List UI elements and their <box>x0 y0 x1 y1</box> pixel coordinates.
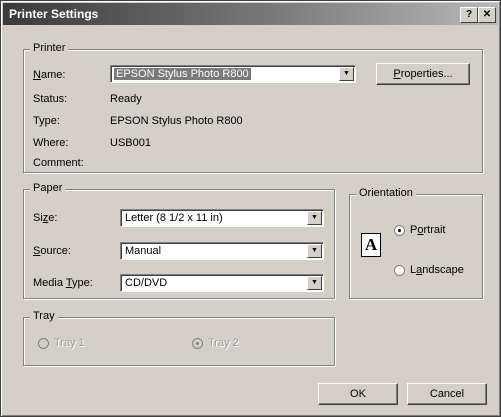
paper-group-title: Paper <box>30 182 66 194</box>
status-value: Ready <box>110 93 142 105</box>
help-button[interactable]: ? <box>460 7 478 23</box>
cancel-button[interactable]: Cancel <box>407 383 487 405</box>
tray2-radio[interactable] <box>192 338 203 349</box>
tray1-radio[interactable] <box>38 338 49 349</box>
size-label: Size: <box>33 212 58 224</box>
portrait-page-icon: A <box>361 233 381 257</box>
properties-button[interactable]: Properties... <box>376 63 470 85</box>
printer-group: Printer Name: EPSON Stylus Photo R800 ▼ … <box>23 42 483 173</box>
chevron-down-icon[interactable]: ▼ <box>339 67 354 81</box>
tray-group: Tray Tray 1 Tray 2 <box>23 310 335 366</box>
printer-settings-dialog: Printer Settings ? ✕ Printer Name: EPSON… <box>0 0 501 417</box>
where-value: USB001 <box>110 137 151 149</box>
paper-size-value: Letter (8 1/2 x 11 in) <box>125 212 223 224</box>
paper-group: Paper Size: Letter (8 1/2 x 11 in) ▼ Sou… <box>23 182 335 299</box>
landscape-label[interactable]: Landscape <box>410 264 464 276</box>
source-label: Source: <box>33 245 71 257</box>
chevron-down-icon[interactable]: ▼ <box>307 211 322 225</box>
landscape-radio[interactable] <box>394 265 405 276</box>
media-type-label: Media Type: <box>33 277 93 289</box>
where-label: Where: <box>33 137 69 149</box>
tray1-label: Tray 1 <box>54 337 85 349</box>
printer-group-title: Printer <box>30 42 69 54</box>
portrait-label[interactable]: Portrait <box>410 224 445 236</box>
dialog-title: Printer Settings <box>9 7 99 21</box>
name-label: Name: <box>33 69 66 81</box>
printer-name-dropdown[interactable]: EPSON Stylus Photo R800 ▼ <box>110 65 356 83</box>
paper-size-dropdown[interactable]: Letter (8 1/2 x 11 in) ▼ <box>120 209 324 227</box>
chevron-down-icon[interactable]: ▼ <box>307 244 322 258</box>
type-value: EPSON Stylus Photo R800 <box>110 115 243 127</box>
status-label: Status: <box>33 93 68 105</box>
tray-group-title: Tray <box>30 310 58 322</box>
portrait-radio[interactable] <box>394 225 405 236</box>
media-type-value: CD/DVD <box>125 277 168 289</box>
close-button[interactable]: ✕ <box>478 7 496 23</box>
paper-source-value: Manual <box>125 245 162 257</box>
paper-source-dropdown[interactable]: Manual ▼ <box>120 242 324 260</box>
title-bar: Printer Settings ? ✕ <box>3 3 498 25</box>
comment-label: Comment: <box>33 157 84 169</box>
ok-button[interactable]: OK <box>318 383 398 405</box>
media-type-dropdown[interactable]: CD/DVD ▼ <box>120 274 324 292</box>
tray2-label: Tray 2 <box>208 337 239 349</box>
chevron-down-icon[interactable]: ▼ <box>307 276 322 290</box>
type-label: Type: <box>33 115 60 127</box>
printer-name-value: EPSON Stylus Photo R800 <box>114 68 251 80</box>
orientation-group-title: Orientation <box>356 187 416 199</box>
orientation-group: Orientation A Portrait Landscape <box>349 187 483 299</box>
